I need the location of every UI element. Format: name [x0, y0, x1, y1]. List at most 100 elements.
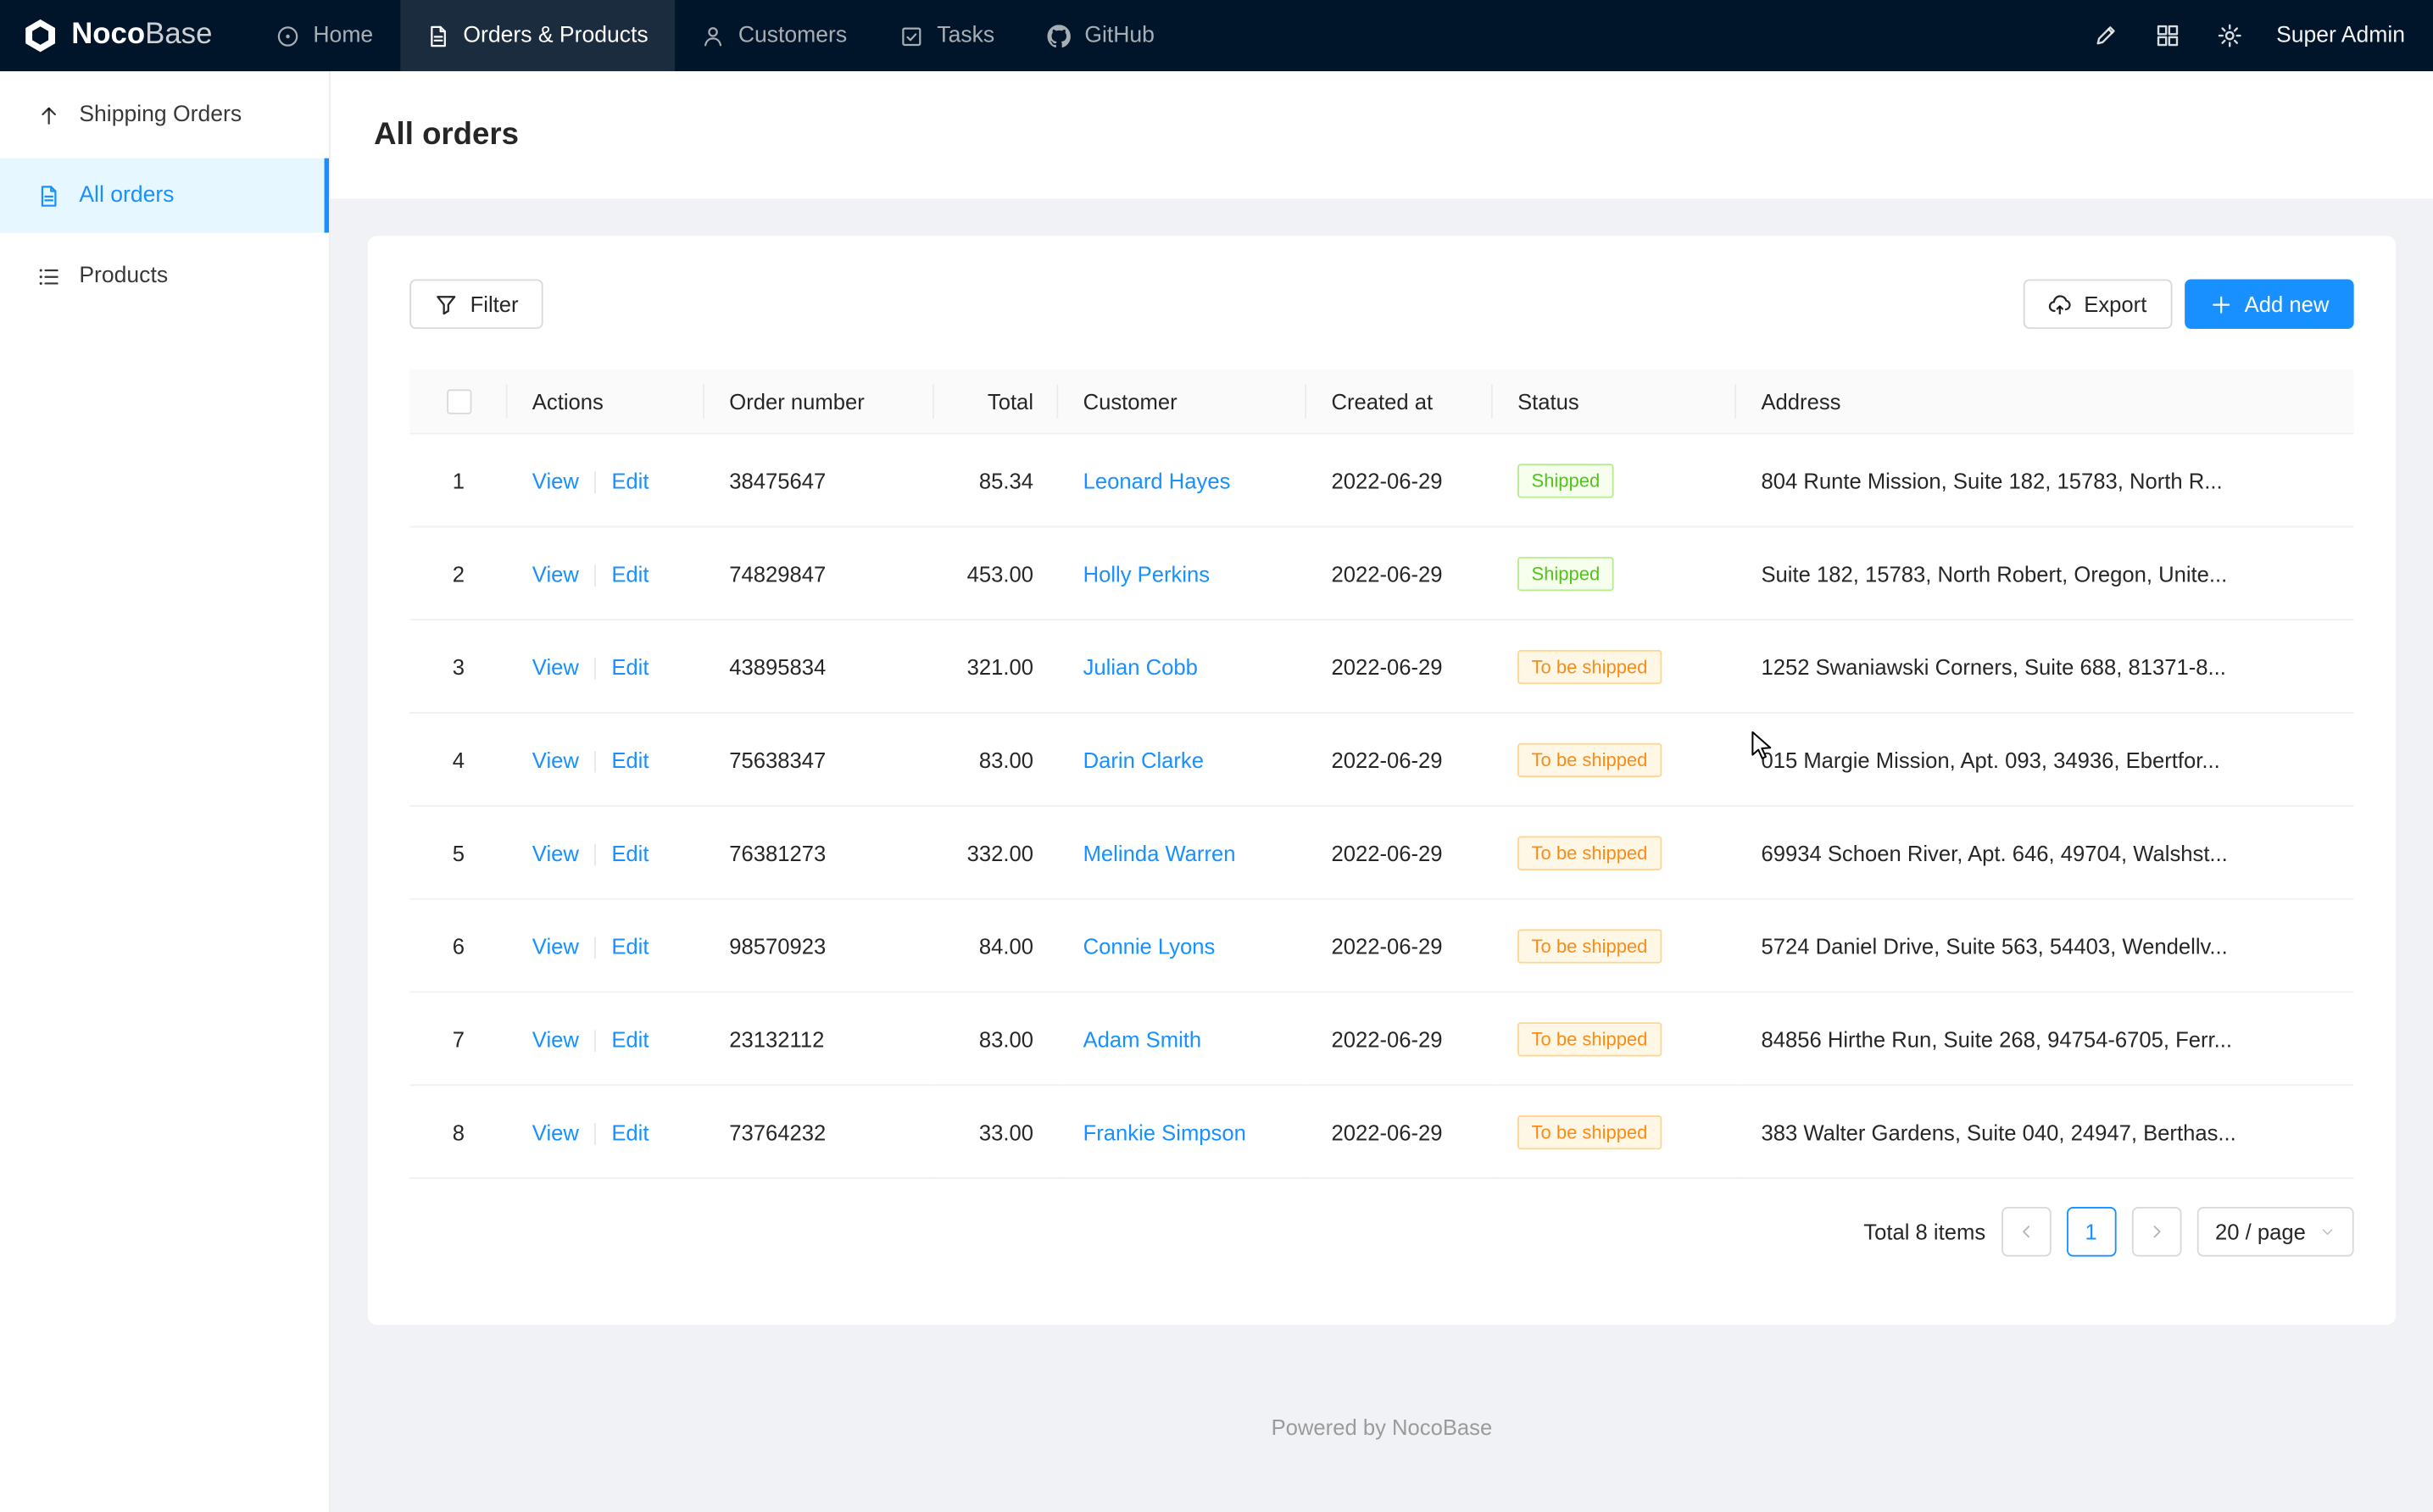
- cloud-upload-icon: [2048, 292, 2071, 315]
- page-number-button[interactable]: 1: [2066, 1208, 2116, 1258]
- filter-funnel-icon: [434, 292, 457, 315]
- customer-cell: Leonard Hayes: [1058, 434, 1306, 527]
- status-cell: To be shipped: [1493, 620, 1736, 714]
- nav-item-github[interactable]: GitHub: [1021, 0, 1181, 71]
- order-number-cell: 74829847: [704, 527, 934, 620]
- edit-link[interactable]: Edit: [611, 654, 649, 679]
- select-all-header: [409, 370, 507, 435]
- customer-link[interactable]: Holly Perkins: [1083, 561, 1211, 586]
- view-link[interactable]: View: [532, 840, 579, 864]
- nav-item-tasks[interactable]: Tasks: [873, 0, 1021, 71]
- customer-link[interactable]: Frankie Simpson: [1083, 1120, 1246, 1144]
- add-new-button[interactable]: Add new: [2184, 279, 2353, 329]
- customer-link[interactable]: Connie Lyons: [1083, 934, 1216, 959]
- status-badge: To be shipped: [1517, 929, 1662, 963]
- actions-cell: View Edit: [508, 527, 704, 620]
- select-all-checkbox[interactable]: [446, 390, 470, 414]
- order-number-cell: 73764232: [704, 1086, 934, 1179]
- export-button[interactable]: Export: [2024, 279, 2172, 329]
- customer-link[interactable]: Leonard Hayes: [1083, 468, 1231, 492]
- status-badge: To be shipped: [1517, 650, 1662, 684]
- status-badge: To be shipped: [1517, 1022, 1662, 1056]
- order-number-cell: 98570923: [704, 899, 934, 992]
- customer-link[interactable]: Julian Cobb: [1083, 654, 1198, 679]
- pagination: Total 8 items 1 20 / page: [409, 1208, 2353, 1258]
- divider: [594, 1030, 596, 1052]
- divider: [594, 658, 596, 680]
- chevron-right-icon: [2146, 1223, 2165, 1242]
- view-link[interactable]: View: [532, 561, 579, 586]
- sidebar: Shipping Orders All orders Products: [0, 71, 331, 1512]
- unordered-list-icon: [37, 264, 60, 287]
- nocobase-logo[interactable]: NocoBase: [0, 0, 249, 71]
- column-header-order-number: Order number: [704, 370, 934, 435]
- actions-cell: View Edit: [508, 620, 704, 714]
- table-row: 5 ViewEdit 76381273 332.00 Melinda Warre…: [409, 806, 2353, 899]
- customer-cell: Frankie Simpson: [1058, 1086, 1306, 1179]
- orders-table: Actions Order number Total Customer Crea…: [409, 370, 2353, 1180]
- main-menu: Home Orders & Products Customers Tasks G…: [249, 0, 2074, 71]
- customer-link[interactable]: Darin Clarke: [1083, 748, 1204, 772]
- highlighter-pen-icon: [2093, 23, 2118, 47]
- edit-link[interactable]: Edit: [611, 561, 649, 586]
- page-size-select[interactable]: 20 / page: [2196, 1208, 2354, 1258]
- edit-link[interactable]: Edit: [611, 1026, 649, 1051]
- settings-button[interactable]: [2199, 0, 2261, 71]
- customer-link[interactable]: Adam Smith: [1083, 1026, 1202, 1051]
- next-page-button[interactable]: [2131, 1208, 2181, 1258]
- powered-by-footer: Powered by NocoBase: [368, 1415, 2396, 1440]
- customer-cell: Julian Cobb: [1058, 620, 1306, 714]
- chevron-left-icon: [2017, 1223, 2035, 1242]
- actions-cell: View Edit: [508, 714, 704, 807]
- column-header-created-at: Created at: [1306, 370, 1493, 435]
- status-badge: Shipped: [1517, 557, 1614, 591]
- edit-link[interactable]: Edit: [611, 748, 649, 772]
- total-cell: 85.34: [934, 434, 1058, 527]
- sidebar-item-shipping-orders[interactable]: Shipping Orders: [0, 78, 329, 153]
- edit-link[interactable]: Edit: [611, 1120, 649, 1144]
- sidebar-item-products[interactable]: Products: [0, 239, 329, 314]
- table-toolbar: Filter Export Add new: [409, 279, 2353, 329]
- view-link[interactable]: View: [532, 1120, 579, 1144]
- table-row: 3 ViewEdit 43895834 321.00 Julian Cobb 2…: [409, 620, 2353, 714]
- nav-item-customers[interactable]: Customers: [675, 0, 873, 71]
- sidebar-item-all-orders[interactable]: All orders: [0, 158, 329, 233]
- row-index: 1: [409, 434, 507, 527]
- edit-link[interactable]: Edit: [611, 840, 649, 864]
- plugins-button[interactable]: [2136, 0, 2198, 71]
- page-header: All orders: [331, 71, 2433, 198]
- actions-cell: View Edit: [508, 899, 704, 992]
- user-menu[interactable]: Super Admin: [2276, 23, 2405, 47]
- view-link[interactable]: View: [532, 654, 579, 679]
- tasks-icon: [899, 24, 922, 47]
- view-link[interactable]: View: [532, 933, 579, 958]
- divider: [594, 564, 596, 586]
- created-at-cell: 2022-06-29: [1306, 992, 1493, 1086]
- order-number-cell: 76381273: [704, 806, 934, 899]
- created-at-cell: 2022-06-29: [1306, 620, 1493, 714]
- edit-link[interactable]: Edit: [611, 933, 649, 958]
- customer-link[interactable]: Melinda Warren: [1083, 841, 1236, 865]
- created-at-cell: 2022-06-29: [1306, 527, 1493, 620]
- row-index: 7: [409, 992, 507, 1086]
- view-link[interactable]: View: [532, 468, 579, 492]
- nav-item-home[interactable]: Home: [249, 0, 399, 71]
- actions-cell: View Edit: [508, 806, 704, 899]
- edit-link[interactable]: Edit: [611, 468, 649, 492]
- page-title: All orders: [374, 117, 519, 153]
- ui-editor-button[interactable]: [2074, 0, 2136, 71]
- content-area: Filter Export Add new: [331, 198, 2433, 1512]
- plus-icon: [2209, 292, 2232, 315]
- orders-icon: [426, 24, 448, 47]
- pagination-total: Total 8 items: [1863, 1220, 1985, 1244]
- gear-icon: [2218, 23, 2242, 47]
- view-link[interactable]: View: [532, 1026, 579, 1051]
- arrow-up-icon: [37, 103, 60, 126]
- status-cell: To be shipped: [1493, 992, 1736, 1086]
- nav-item-orders-products[interactable]: Orders & Products: [399, 0, 674, 71]
- prev-page-button[interactable]: [2001, 1208, 2051, 1258]
- filter-button[interactable]: Filter: [409, 279, 543, 329]
- customer-cell: Adam Smith: [1058, 992, 1306, 1086]
- view-link[interactable]: View: [532, 748, 579, 772]
- status-cell: To be shipped: [1493, 1086, 1736, 1179]
